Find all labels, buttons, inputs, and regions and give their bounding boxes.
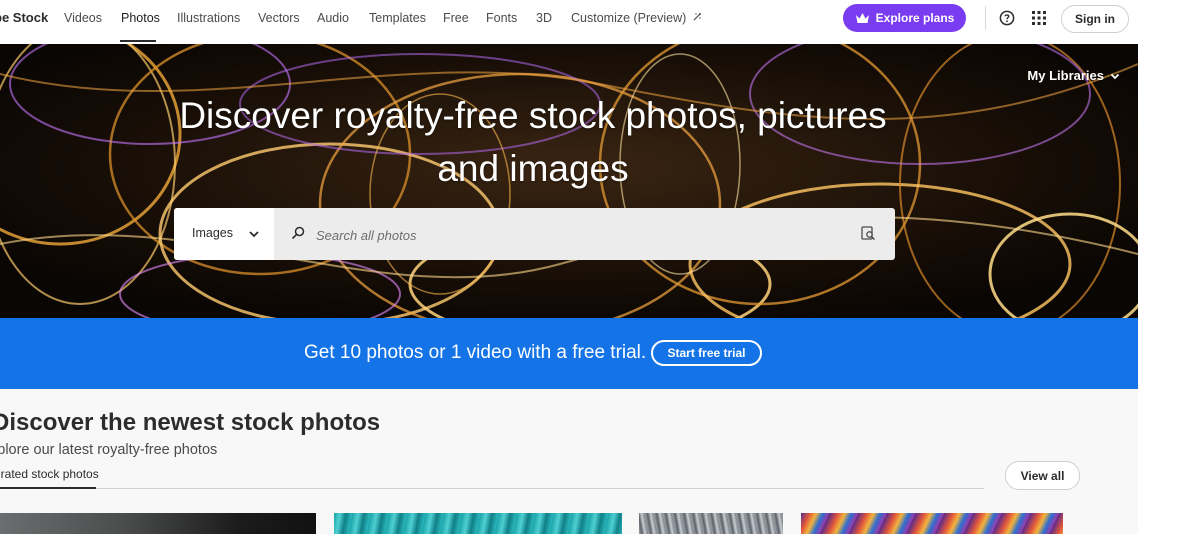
nav-item-free[interactable]: Free (443, 11, 469, 25)
my-libraries-label: My Libraries (1027, 68, 1104, 83)
nav-item-photos[interactable]: Photos (121, 11, 160, 25)
asset-type-label: Images (192, 226, 233, 240)
my-libraries-menu[interactable]: My Libraries (1027, 68, 1120, 83)
nav-item-videos[interactable]: Videos (64, 11, 102, 25)
tab-curated-stock-photos[interactable]: urated stock photos (0, 467, 99, 481)
search-icon (291, 226, 305, 240)
nav-item-illustrations[interactable]: Illustrations (177, 11, 240, 25)
hero-title: Discover royalty-free stock photos, pict… (0, 89, 1066, 195)
visual-search-icon[interactable] (860, 225, 876, 241)
hero-title-line-1: Discover royalty-free stock photos, pict… (179, 95, 887, 136)
asset-type-dropdown[interactable]: Images (174, 208, 274, 260)
promo-text: Get 10 photos or 1 video with a free tri… (304, 342, 647, 363)
section-title: Discover the newest stock photos (0, 409, 381, 436)
free-trial-banner: Get 10 photos or 1 video with a free tri… (0, 318, 1138, 389)
nav-item-customize[interactable]: Customize (Preview) (571, 11, 702, 25)
photo-thumbnail[interactable] (0, 513, 316, 534)
nav-item-templates[interactable]: Templates (369, 11, 426, 25)
nav-divider (985, 6, 986, 30)
tab-divider (96, 488, 984, 489)
hero-banner: My Libraries Discover royalty-free stock… (0, 44, 1138, 318)
crown-icon (855, 13, 869, 23)
top-navigation: be Stock Videos Photos Illustrations Vec… (0, 0, 1138, 45)
apps-grid-icon[interactable] (1032, 11, 1046, 25)
nav-active-indicator (120, 40, 156, 42)
brand-logo-text[interactable]: be Stock (0, 10, 48, 25)
newest-photos-section: Discover the newest stock photos xplore … (0, 389, 1138, 534)
chevron-down-icon (1110, 73, 1120, 79)
nav-item-audio[interactable]: Audio (317, 11, 349, 25)
start-free-trial-button[interactable]: Start free trial (651, 340, 762, 366)
search-input[interactable] (314, 222, 838, 248)
sparkle-icon (693, 13, 701, 21)
photo-thumbnail[interactable] (801, 513, 1063, 534)
chevron-down-icon (249, 231, 259, 238)
view-all-button[interactable]: View all (1005, 461, 1080, 490)
explore-plans-button[interactable]: Explore plans (843, 4, 966, 32)
sign-in-button[interactable]: Sign in (1061, 5, 1129, 33)
nav-item-vectors[interactable]: Vectors (258, 11, 300, 25)
photo-thumbnail[interactable] (639, 513, 783, 534)
tab-active-indicator (0, 487, 96, 489)
help-icon[interactable] (999, 10, 1015, 26)
search-bar: Images (174, 208, 895, 260)
nav-item-customize-label: Customize (Preview) (571, 11, 687, 25)
hero-title-line-2: and images (437, 148, 629, 189)
nav-item-3d[interactable]: 3D (536, 11, 552, 25)
nav-item-fonts[interactable]: Fonts (486, 11, 517, 25)
section-subtitle: xplore our latest royalty-free photos (0, 442, 218, 458)
photo-thumbnail[interactable] (334, 513, 622, 534)
explore-plans-label: Explore plans (875, 11, 955, 25)
